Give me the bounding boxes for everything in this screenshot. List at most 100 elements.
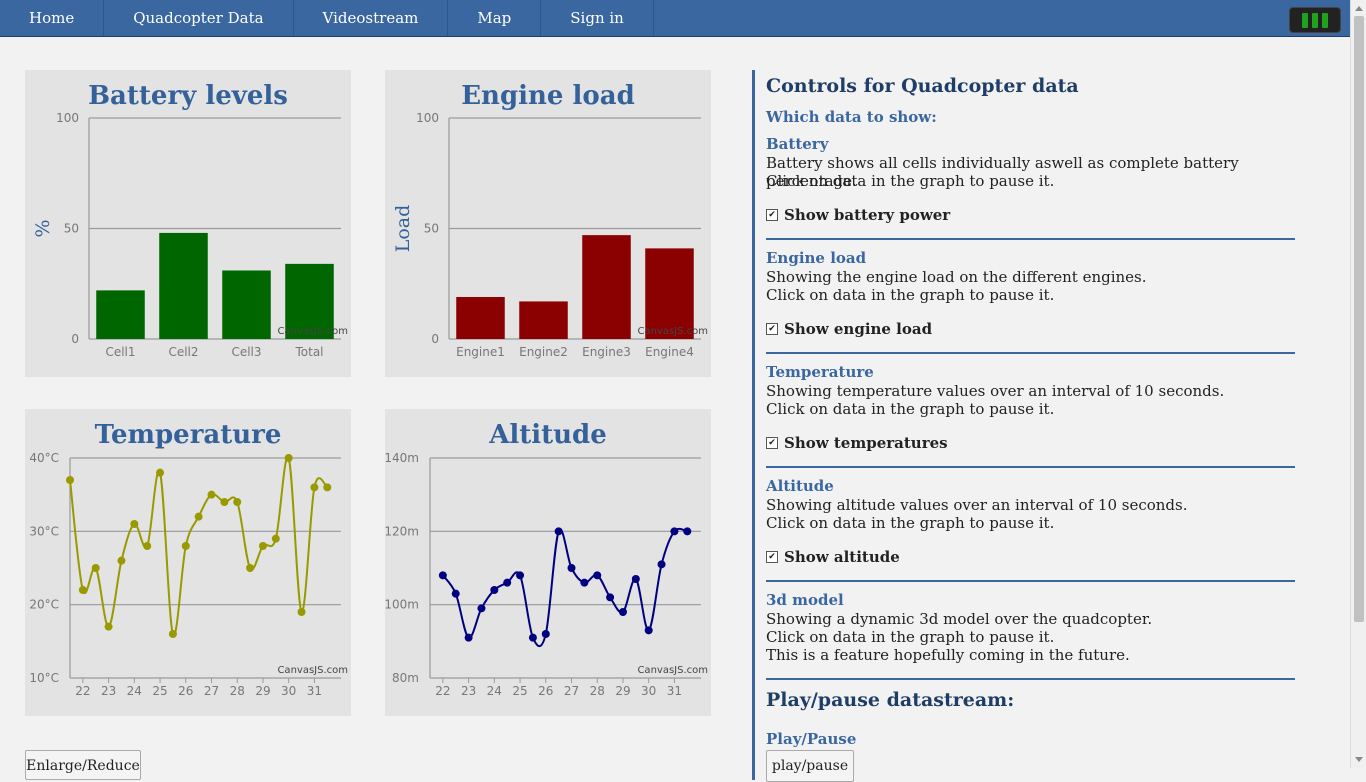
y-tick-label: 100 [416, 111, 439, 125]
battery-chart-card: Battery levels 0 50 100% Cell1 Cell2 Cell3 Tota… [25, 70, 351, 377]
x-tick-label: Engine3 [582, 345, 631, 359]
y-tick-label: 100m [385, 598, 419, 612]
scrollbar-thumb[interactable] [1354, 16, 1364, 622]
section-desc-line: Showing a dynamic 3d model over the quad… [766, 610, 1153, 628]
data-point [143, 542, 152, 550]
data-point [233, 498, 242, 506]
y-tick-label: 100 [56, 111, 79, 125]
nav-videostream[interactable]: Videostream [294, 0, 449, 36]
chart-title: Temperature [95, 420, 282, 450]
x-tick-label: 26 [538, 684, 553, 698]
x-tick-label: Cell2 [168, 345, 198, 359]
chart-title: Engine load [461, 81, 635, 111]
data-point [271, 534, 280, 543]
chart-title: Battery levels [88, 81, 288, 111]
altitude-chart-card: Altitude 80m 100m 120m 140m 22 23 24 25 26 27 28 29 3… [385, 409, 711, 716]
checkbox-altitude[interactable]: ✔ [766, 551, 778, 563]
data-point [130, 520, 139, 528]
data-point [246, 564, 255, 572]
data-point [220, 498, 229, 506]
data-point [670, 527, 679, 536]
vertical-scrollbar[interactable] [1350, 0, 1366, 768]
data-point [580, 578, 589, 587]
divider [766, 352, 1295, 354]
data-point [91, 564, 100, 572]
show-engine-toggle[interactable]: ✔ Show engine load [766, 320, 932, 338]
data-point [297, 608, 306, 616]
chart-credit: CanvasJS.com [637, 326, 708, 337]
data-point [606, 593, 615, 602]
data-point [194, 512, 203, 521]
x-tick-label: 30 [641, 684, 656, 698]
y-tick-label: 30°C [29, 524, 59, 538]
x-tick-label: 27 [204, 684, 219, 698]
nav-home[interactable]: Home [0, 0, 105, 36]
data-point [657, 560, 666, 569]
data-point [310, 483, 319, 492]
x-tick-label: Engine4 [645, 345, 694, 359]
data-point [593, 571, 602, 580]
temperature-chart[interactable]: Temperature 10°C 20°C 30°C 40°C 22 23 24 25 26 27 2… [25, 409, 351, 716]
checkbox-temperature[interactable]: ✔ [766, 437, 778, 449]
scroll-up-icon[interactable] [1355, 6, 1363, 11]
y-tick-label: 20°C [29, 598, 59, 612]
battery-cell [1312, 12, 1318, 28]
chart-credit: CanvasJS.com [277, 326, 348, 337]
show-temperature-toggle[interactable]: ✔ Show temperatures [766, 434, 948, 452]
x-tick-label: 24 [127, 684, 142, 698]
bar [456, 297, 505, 339]
chart-title: Altitude [488, 420, 607, 450]
data-point [567, 564, 576, 572]
altitude-chart[interactable]: Altitude 80m 100m 120m 140m 22 23 24 25 26 27 28 29 3… [385, 409, 711, 716]
data-point [490, 586, 499, 594]
y-axis-title: % [32, 219, 54, 237]
nav-map[interactable]: Map [448, 0, 542, 36]
x-tick-label: 26 [178, 684, 193, 698]
which-data-label: Which data to show: [766, 108, 937, 126]
engine-load-chart[interactable]: Engine load 0 50 100 Load Engine1 Engine2 Engin… [385, 70, 711, 377]
divider [766, 238, 1295, 240]
data-point [631, 575, 640, 583]
show-battery-toggle[interactable]: ✔ Show battery power [766, 206, 950, 224]
checkbox-label: Show temperatures [784, 434, 948, 452]
data-point [464, 633, 473, 642]
temperature-chart-card: Temperature 10°C 20°C 30°C 40°C 22 23 24 25 26 27 2… [25, 409, 351, 716]
section-heading-engine: Engine load [766, 249, 867, 267]
data-point [451, 589, 460, 598]
show-altitude-toggle[interactable]: ✔ Show altitude [766, 548, 900, 566]
section-desc-line: Showing the engine load on the different… [766, 268, 1147, 286]
chart-credit: CanvasJS.com [277, 665, 348, 676]
divider [766, 466, 1295, 468]
section-heading-battery: Battery [766, 135, 829, 153]
y-tick-label: 120m [385, 524, 419, 538]
bar [96, 290, 145, 339]
data-point [207, 490, 216, 499]
data-point [644, 626, 653, 635]
scroll-down-icon[interactable] [1355, 757, 1363, 762]
play-pause-button[interactable]: play/pause [766, 750, 854, 782]
nav-quadcopter-data[interactable]: Quadcopter Data [104, 0, 294, 36]
x-tick-label: Total [294, 345, 323, 359]
x-tick-label: 23 [461, 684, 476, 698]
section-desc-line: Click on data in the graph to pause it. [766, 286, 1055, 304]
checkbox-label: Show battery power [784, 206, 951, 224]
data-point [104, 622, 113, 631]
controls-panel: Controls for Quadcopter data Which data … [752, 70, 1303, 782]
y-tick-label: 40°C [29, 451, 59, 465]
divider [766, 580, 1295, 582]
x-tick-label: Engine2 [519, 345, 568, 359]
enlarge-reduce-button[interactable]: Enlarge/Reduce [25, 750, 141, 780]
x-tick-label: 28 [230, 684, 245, 698]
data-point [683, 527, 692, 536]
data-point [618, 608, 627, 616]
nav-sign-in[interactable]: Sign in [541, 0, 654, 36]
x-tick-label: 24 [487, 684, 502, 698]
engine-chart-card: Engine load 0 50 100 Load Engine1 Engine2 Engin… [385, 70, 711, 377]
battery-chart[interactable]: Battery levels 0 50 100% Cell1 Cell2 Cell3 Tota… [25, 70, 351, 377]
x-tick-label: 22 [75, 684, 90, 698]
checkbox-engine[interactable]: ✔ [766, 323, 778, 335]
series-line [69, 455, 329, 637]
checkbox-battery[interactable]: ✔ [766, 209, 778, 221]
section-desc-line: This is a feature hopefully coming in th… [766, 646, 1130, 664]
data-point [78, 586, 87, 594]
